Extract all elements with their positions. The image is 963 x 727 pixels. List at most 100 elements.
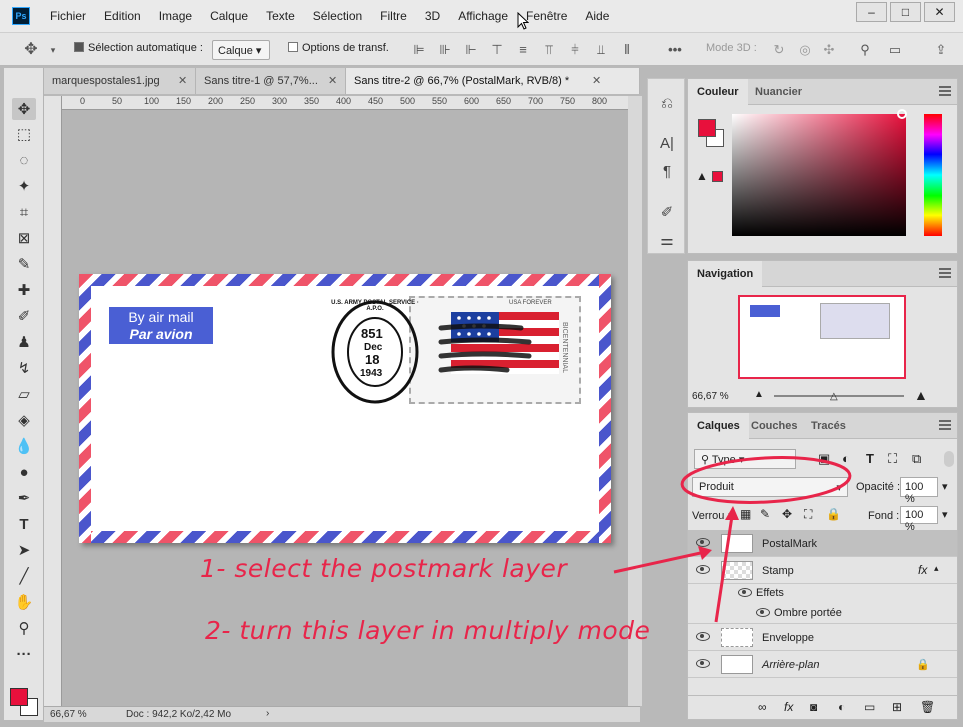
- zoom-in-icon[interactable]: ▲: [914, 387, 928, 403]
- line-tool-icon[interactable]: ╱: [12, 565, 36, 587]
- menu-aide[interactable]: Aide: [585, 9, 609, 23]
- minimize-button[interactable]: –: [856, 2, 887, 22]
- nav-zoom-value[interactable]: 66,67 %: [692, 391, 729, 402]
- workspace-icon[interactable]: ▭: [888, 43, 902, 57]
- paragraph-panel-icon[interactable]: ¶: [658, 163, 676, 181]
- close-icon[interactable]: ✕: [328, 74, 337, 87]
- menu-texte[interactable]: Texte: [266, 9, 295, 23]
- clone-stamp-tool-icon[interactable]: ♟: [12, 331, 36, 353]
- eye-icon[interactable]: [696, 632, 710, 641]
- color-picker-handle[interactable]: [897, 109, 907, 119]
- roll-3d-icon[interactable]: ◎: [798, 43, 812, 57]
- paint-bucket-tool-icon[interactable]: ◈: [12, 409, 36, 431]
- tab-couleur[interactable]: Couleur: [688, 79, 748, 105]
- new-group-icon[interactable]: ▭: [864, 700, 875, 714]
- tab-navigation[interactable]: Navigation: [688, 261, 763, 287]
- vertical-scrollbar[interactable]: [628, 96, 642, 706]
- lasso-tool-icon[interactable]: ◌: [12, 149, 36, 171]
- tab-calques[interactable]: Calques: [688, 413, 749, 439]
- align-top-icon[interactable]: ⊤: [490, 43, 504, 57]
- history-panel-icon[interactable]: ⎌: [658, 95, 676, 113]
- foreground-color-swatch[interactable]: [698, 119, 716, 137]
- layer-stamp[interactable]: Stamp fx ▴: [688, 557, 957, 584]
- share-icon[interactable]: ⇪: [934, 43, 948, 57]
- fx-icon[interactable]: fx: [784, 700, 793, 714]
- menu-fichier[interactable]: Fichier: [50, 9, 86, 23]
- chevron-down-icon[interactable]: ▾: [942, 508, 948, 521]
- align-right-icon[interactable]: ⊩: [464, 43, 478, 57]
- filter-pixel-icon[interactable]: ▣: [818, 451, 830, 467]
- path-selection-tool-icon[interactable]: ➤: [12, 539, 36, 561]
- eye-icon[interactable]: [756, 608, 770, 617]
- panel-menu-icon[interactable]: [939, 420, 951, 430]
- distribute-top-icon[interactable]: ⫪: [542, 43, 556, 57]
- layer-effects-row[interactable]: Effets: [688, 584, 957, 604]
- layer-postalmark[interactable]: PostalMark: [688, 530, 957, 557]
- menu-fenetre[interactable]: Fenêtre: [526, 9, 567, 23]
- menu-edition[interactable]: Edition: [104, 9, 141, 23]
- eye-icon[interactable]: [696, 565, 710, 574]
- eye-icon[interactable]: [696, 538, 710, 547]
- navigator-preview[interactable]: [738, 295, 906, 379]
- tab-traces[interactable]: Tracés: [802, 413, 855, 439]
- eyedropper-tool-icon[interactable]: ✎: [12, 253, 36, 275]
- search-icon[interactable]: ⚲: [858, 43, 872, 57]
- blur-tool-icon[interactable]: 💧: [12, 435, 36, 457]
- more-tools-icon[interactable]: ···: [12, 643, 36, 665]
- maximize-button[interactable]: □: [890, 2, 921, 22]
- orbit-3d-icon[interactable]: ↻: [772, 43, 786, 57]
- move-tool-icon[interactable]: ✥: [12, 98, 36, 120]
- chevron-up-icon[interactable]: ▴: [934, 563, 939, 574]
- lock-transparency-icon[interactable]: ▦: [740, 507, 751, 521]
- chevron-down-icon[interactable]: ▾: [942, 480, 948, 493]
- blend-mode-dropdown[interactable]: Produit ▾: [692, 477, 848, 497]
- layer-enveloppe[interactable]: Enveloppe: [688, 624, 957, 651]
- opacity-input[interactable]: 100 %: [900, 477, 938, 505]
- eye-icon[interactable]: [696, 659, 710, 668]
- tab-sans-titre-1[interactable]: Sans titre-1 @ 57,7%... ✕: [196, 68, 346, 94]
- align-left-icon[interactable]: ⊫: [412, 43, 426, 57]
- new-layer-icon[interactable]: ⊞: [892, 700, 902, 714]
- character-panel-icon[interactable]: A|: [658, 135, 676, 153]
- close-window-button[interactable]: ✕: [924, 2, 955, 22]
- type-tool-icon[interactable]: T: [12, 513, 36, 535]
- gamut-swatch[interactable]: [712, 171, 723, 182]
- tab-nuancier[interactable]: Nuancier: [746, 79, 811, 105]
- dodge-tool-icon[interactable]: ●: [12, 461, 36, 483]
- postmark[interactable]: U.S. ARMY POSTAL SERVICE · A.P.O. 851 De…: [331, 300, 419, 404]
- close-icon[interactable]: ✕: [592, 74, 601, 87]
- menu-filtre[interactable]: Filtre: [380, 9, 407, 23]
- transform-options-checkbox[interactable]: Options de transf.: [288, 42, 389, 54]
- fx-icon[interactable]: fx: [918, 563, 927, 577]
- healing-brush-tool-icon[interactable]: ✚: [12, 279, 36, 301]
- layer-filter-dropdown[interactable]: ⚲ Type ▾: [694, 449, 796, 469]
- align-center-icon[interactable]: ⊪: [438, 43, 452, 57]
- auto-select-dropdown[interactable]: Calque ▾: [212, 40, 270, 60]
- align-middle-icon[interactable]: ≡: [516, 43, 530, 57]
- lock-artboard-icon[interactable]: ⛶: [804, 507, 812, 522]
- tab-sans-titre-2[interactable]: Sans titre-2 @ 66,7% (PostalMark, RVB/8)…: [346, 68, 640, 94]
- menu-calque[interactable]: Calque: [210, 9, 248, 23]
- tab-couches[interactable]: Couches: [742, 413, 806, 439]
- color-field[interactable]: [732, 114, 906, 236]
- panel-menu-icon[interactable]: [939, 268, 951, 278]
- zoom-out-icon[interactable]: ▲: [754, 389, 764, 400]
- adjustments-icon[interactable]: ⚌: [658, 231, 676, 249]
- marquee-tool-icon[interactable]: ⬚: [12, 123, 36, 145]
- foreground-color-swatch[interactable]: [10, 688, 28, 706]
- more-options-icon[interactable]: •••: [668, 43, 682, 57]
- filter-toggle[interactable]: [944, 451, 954, 467]
- menu-affichage[interactable]: Affichage: [458, 9, 508, 23]
- lock-pixels-icon[interactable]: ✎: [760, 507, 770, 521]
- distribute-bottom-icon[interactable]: ⫫: [594, 43, 608, 57]
- link-layers-icon[interactable]: ∞: [758, 700, 767, 714]
- eye-icon[interactable]: [738, 588, 752, 597]
- menu-selection[interactable]: Sélection: [313, 9, 362, 23]
- fill-input[interactable]: 100 %: [900, 506, 938, 533]
- tab-marquespostales[interactable]: marquespostales1.jpg ✕: [44, 68, 196, 94]
- auto-select-checkbox[interactable]: Sélection automatique :: [74, 42, 203, 54]
- chevron-down-icon[interactable]: ▾: [46, 43, 60, 57]
- move-tool-icon[interactable]: ✥: [24, 42, 38, 58]
- panel-menu-icon[interactable]: [939, 86, 951, 96]
- layer-drop-shadow-row[interactable]: Ombre portée: [688, 604, 957, 624]
